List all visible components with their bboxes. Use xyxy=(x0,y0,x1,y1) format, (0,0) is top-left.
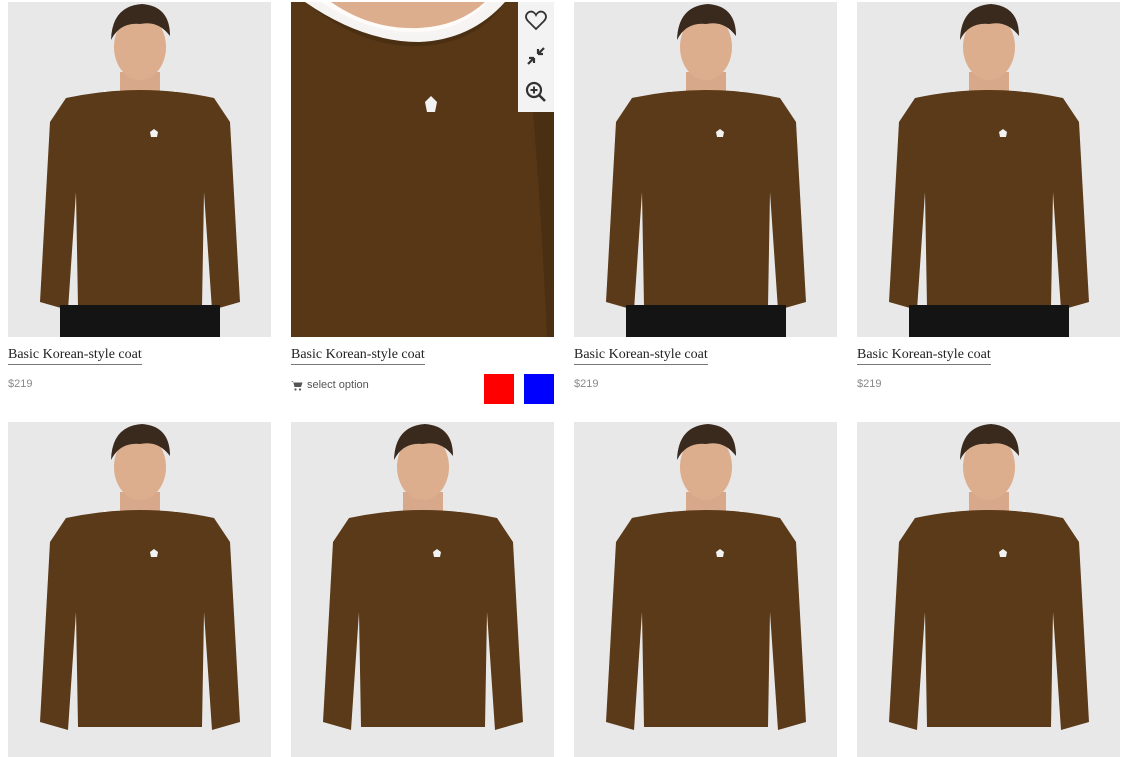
product-card: Basic Korean-style coat $219 xyxy=(857,2,1120,422)
product-title[interactable]: Basic Korean-style coat xyxy=(8,347,142,365)
product-card xyxy=(574,422,837,757)
compress-icon xyxy=(527,47,545,65)
product-card: Basic Korean-style coat $219 xyxy=(8,2,271,422)
swatch-blue[interactable] xyxy=(524,374,554,404)
model-photo xyxy=(291,422,554,757)
compare-button[interactable] xyxy=(518,38,554,74)
product-image[interactable] xyxy=(574,2,837,337)
heart-icon xyxy=(525,10,547,31)
product-image[interactable] xyxy=(8,422,271,757)
product-title[interactable]: Basic Korean-style coat xyxy=(291,347,425,365)
model-photo xyxy=(8,2,271,337)
product-card xyxy=(8,422,271,757)
product-image[interactable] xyxy=(291,2,554,337)
product-card: Basic Korean-style coat $219 xyxy=(574,2,837,422)
wishlist-button[interactable] xyxy=(518,2,554,38)
cart-icon xyxy=(291,380,303,391)
select-option-label: select option xyxy=(307,379,369,391)
product-price: $219 xyxy=(574,378,599,390)
product-title[interactable]: Basic Korean-style coat xyxy=(857,347,991,365)
product-image[interactable] xyxy=(857,2,1120,337)
zoom-in-icon xyxy=(525,81,546,102)
quick-view-button[interactable] xyxy=(518,74,554,110)
sweater-closeup-photo xyxy=(291,2,554,337)
model-photo xyxy=(8,422,271,757)
color-swatches xyxy=(484,374,554,404)
product-image[interactable] xyxy=(291,422,554,757)
product-price: $219 xyxy=(857,378,882,390)
product-card xyxy=(857,422,1120,757)
product-title[interactable]: Basic Korean-style coat xyxy=(574,347,708,365)
product-card xyxy=(291,422,554,757)
product-image[interactable] xyxy=(574,422,837,757)
model-photo xyxy=(574,2,837,337)
model-photo xyxy=(857,2,1120,337)
quick-actions xyxy=(518,2,554,112)
model-photo xyxy=(574,422,837,757)
product-image[interactable] xyxy=(8,2,271,337)
product-price: $219 xyxy=(8,378,33,390)
product-grid: Basic Korean-style coat $219 Basic Korea… xyxy=(8,2,1120,757)
swatch-red[interactable] xyxy=(484,374,514,404)
model-photo xyxy=(857,422,1120,757)
product-image[interactable] xyxy=(857,422,1120,757)
product-card-hover: Basic Korean-style coat select option xyxy=(291,2,554,422)
